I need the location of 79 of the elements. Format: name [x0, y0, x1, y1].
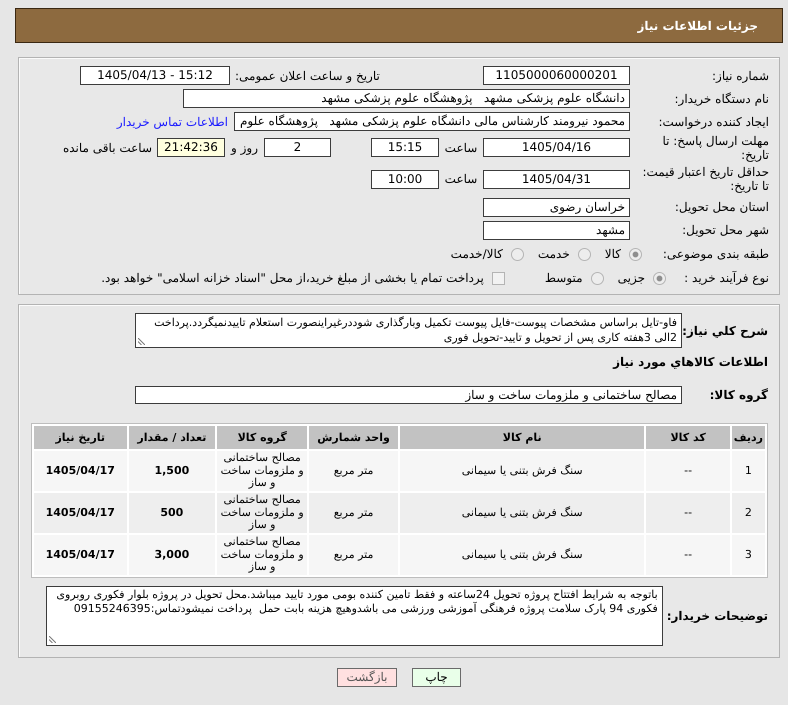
resize-grip-icon[interactable]	[138, 338, 145, 345]
city-field[interactable]: مشهد	[483, 220, 630, 240]
buyer-org-field[interactable]: دانشگاه علوم پزشکی مشهد پژوهشگاه علوم پزشکی مشهد	[183, 89, 630, 108]
field-label: نوع فرآیند خرید :	[683, 271, 769, 285]
field-label: استان محل تحویل:	[674, 200, 769, 214]
radio-button[interactable]	[578, 248, 591, 260]
resize-grip-icon[interactable]	[48, 636, 56, 643]
need-number-field[interactable]: 1105000060000201	[483, 66, 630, 85]
field-label: توضیحات خریدار:	[666, 609, 768, 623]
field-label: شرح کلي نياز:	[682, 324, 768, 338]
table-cell: 500	[128, 493, 216, 533]
table-cell: مصالح ساختمانی و ملزومات ساخت و ساز	[217, 451, 308, 491]
field-label: ساعت باقی مانده	[62, 140, 152, 154]
deadline-date-field[interactable]: 1405/04/16	[483, 138, 630, 157]
checkbox-label: پرداخت تمام یا بخشی از مبلغ خرید،از محل "اسناد خزانه اسلامی" خواهد بود.	[101, 271, 484, 285]
column-header[interactable]: ردیف	[732, 426, 765, 449]
table-cell: 3,000	[128, 535, 216, 575]
goods-group-field[interactable]: مصالح ساختمانی و ملزومات ساخت و ساز	[135, 386, 682, 404]
deadline-time-field[interactable]: 15:15	[371, 138, 439, 157]
radio-button[interactable]	[653, 272, 666, 284]
back-button[interactable]: بازگشت	[337, 668, 397, 687]
print-button[interactable]: چاپ	[412, 668, 461, 687]
table-cell: 1405/04/17	[34, 535, 127, 575]
option-label: متوسط	[544, 271, 583, 285]
table-cell: 1405/04/17	[34, 451, 127, 491]
table-cell: سنگ فرش بتنی یا سیمانی	[400, 451, 644, 491]
table-cell: 3	[732, 535, 765, 575]
radio-button[interactable]	[629, 248, 642, 260]
field-label: ساعت	[444, 140, 478, 154]
buyer-contact-link[interactable]: اطلاعات تماس خریدار	[116, 114, 228, 128]
field-label: ساعت	[444, 172, 478, 186]
field-label: شماره نیاز:	[711, 68, 769, 82]
radio-button[interactable]	[590, 272, 604, 284]
field-label: تاریخ و ساعت اعلان عمومی:	[234, 68, 381, 82]
column-header[interactable]: تاریخ نیاز	[34, 426, 127, 449]
table-cell: سنگ فرش بتنی یا سیمانی	[400, 535, 644, 575]
field-label: ایجاد کننده درخواست:	[657, 114, 769, 128]
field-label: مهلت ارسال پاسخ: تا تاریخ:	[661, 134, 769, 162]
field-label: نام دستگاه خریدار:	[674, 92, 769, 106]
column-header[interactable]: تعداد / مقدار	[128, 426, 216, 449]
radio-button[interactable]	[510, 248, 524, 260]
column-header[interactable]: نام کالا	[400, 426, 644, 449]
validity-date-field[interactable]: 1405/04/31	[483, 170, 630, 188]
option-label: جزیی	[618, 271, 645, 285]
option-label: خدمت	[538, 247, 570, 261]
column-header[interactable]: کد کالا	[646, 426, 730, 449]
table-cell: --	[646, 535, 730, 575]
field-label: گروه کالا:	[708, 388, 768, 402]
option-label: کالا	[604, 247, 621, 261]
table-cell: متر مربع	[309, 451, 398, 491]
field-label: شهر محل تحویل:	[681, 223, 769, 237]
validity-time-field[interactable]: 10:00	[371, 170, 439, 188]
page-title: جزئیات اطلاعات نیاز	[637, 18, 758, 32]
table-cell: متر مربع	[309, 493, 398, 533]
description-field[interactable]: فاو-تایل براساس مشخصات پیوست-فایل پیوست تکمیل وبارگذاری شوددرغیراینصورت استعلام تاییدنمیگردد.پرداخت 2الی 3هفته کاری پس از تحویل و تایید-تحویل فوری	[135, 313, 682, 348]
announce-date-field[interactable]: 1405/04/13 - 15:12	[80, 66, 230, 85]
option-label: کالا/خدمت	[450, 247, 503, 261]
days-field[interactable]: 2	[264, 138, 331, 157]
table-cell: 2	[732, 493, 765, 533]
column-header[interactable]: واحد شمارش	[309, 426, 398, 449]
field-label: روز و	[231, 140, 258, 154]
table-cell: مصالح ساختمانی و ملزومات ساخت و ساز	[217, 535, 308, 575]
province-field[interactable]: خراسان رضوی	[483, 198, 630, 216]
table-cell: 1405/04/17	[34, 493, 127, 533]
column-header[interactable]: گروه کالا	[217, 426, 308, 449]
requester-field[interactable]: محمود نیرومند کارشناس مالی دانشگاه علوم پزشکی مشهد پژوهشگاه علوم	[234, 112, 630, 131]
table-cell: 1	[732, 451, 765, 491]
remaining-time-field[interactable]: 21:42:36	[157, 138, 225, 157]
field-label: طبقه بندی موضوعی:	[662, 247, 769, 261]
checkbox[interactable]	[492, 272, 505, 284]
buyer-notes-field[interactable]: باتوجه به شرایط افتتاح پروژه تحویل 24ساعته و فقط تامین کننده بومی مورد تایید میباشد.محل تحویل در پروژه بلوار فکوری روبروی فکوری 94 پارک سلامت پروژه فرهنگی آموزشی ورزشی می باشدوهیچ هزینه بابت حمل پرداخت نمیشودتماس:09155246395	[46, 586, 663, 646]
table-cell: سنگ فرش بتنی یا سیمانی	[400, 493, 644, 533]
section-heading: اطلاعات کالاهاي مورد نياز	[612, 355, 768, 370]
table-cell: مصالح ساختمانی و ملزومات ساخت و ساز	[217, 493, 308, 533]
table-cell: --	[646, 451, 730, 491]
field-label: حداقل تاریخ اعتبار قیمت: تا تاریخ:	[641, 165, 769, 193]
table-cell: 1,500	[128, 451, 216, 491]
table-cell: متر مربع	[309, 535, 398, 575]
table-cell: --	[646, 493, 730, 533]
